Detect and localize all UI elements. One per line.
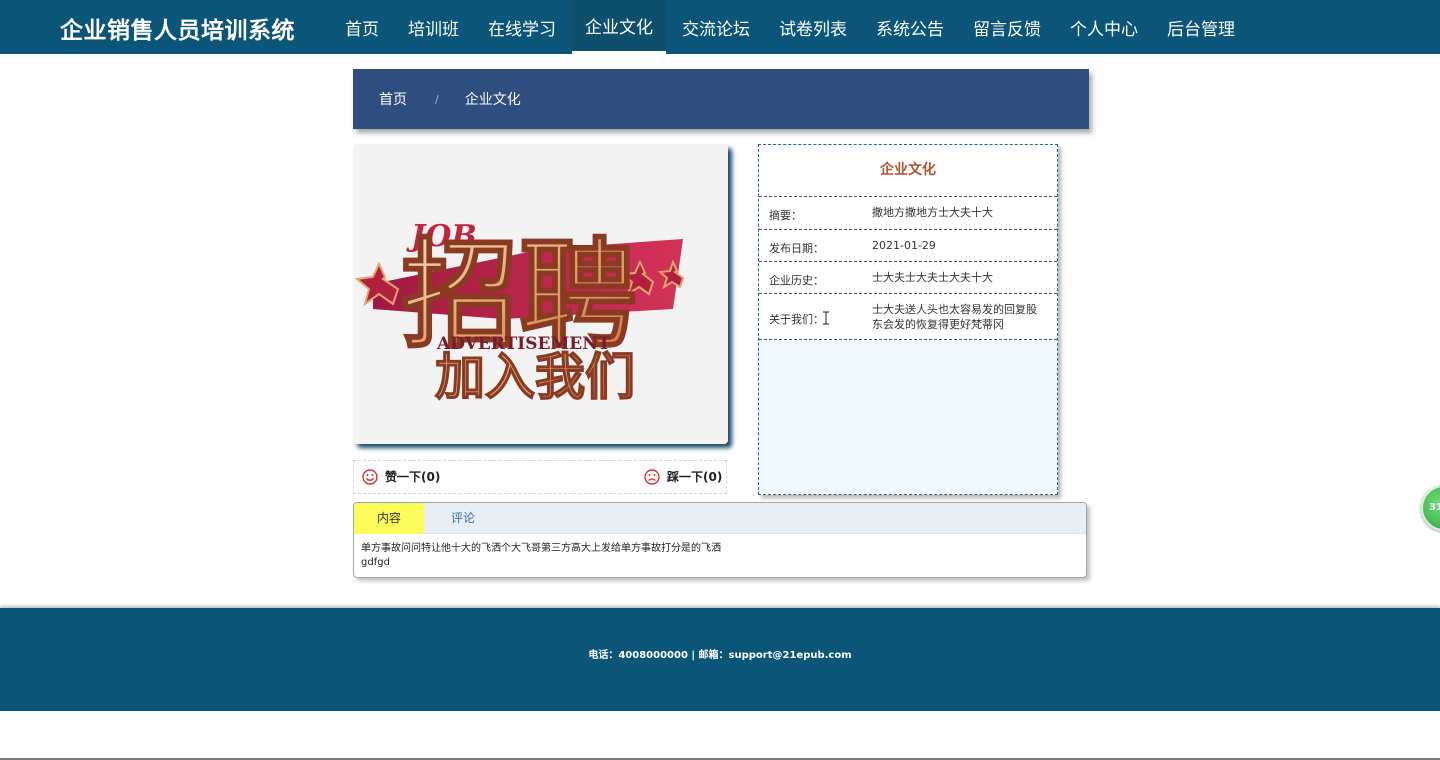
info-key: 关于我们： bbox=[769, 313, 824, 326]
nav-item-corporate-culture[interactable]: 企业文化 bbox=[572, 0, 666, 54]
nav-item-announcements[interactable]: 系统公告 bbox=[863, 0, 957, 54]
nav-item-admin[interactable]: 后台管理 bbox=[1154, 0, 1248, 54]
dislike-label: 踩一下(0) bbox=[667, 470, 723, 484]
nav-item-forum[interactable]: 交流论坛 bbox=[669, 0, 763, 54]
info-key: 发布日期： bbox=[769, 242, 824, 255]
info-value: 撒地方撒地方士大夫十大 bbox=[872, 206, 993, 219]
breadcrumb: 首页 / 企业文化 bbox=[353, 69, 1089, 129]
brand-title[interactable]: 企业销售人员培训系统 bbox=[60, 11, 295, 45]
nav-item-training-class[interactable]: 培训班 bbox=[395, 0, 472, 54]
info-title: 企业文化 bbox=[759, 145, 1057, 196]
nav-item-exam-list[interactable]: 试卷列表 bbox=[766, 0, 860, 54]
content-tabs: 内容 评论 单方事故问问特让他十大的飞洒个大飞哥第三方高大上发给单方事故打分是的… bbox=[353, 502, 1087, 578]
footer-contact: 电话：4008000000 | 邮箱：support@21epub.com bbox=[588, 650, 852, 661]
text-cursor-icon bbox=[823, 311, 829, 325]
info-row-about-us: 关于我们： 士大夫送人头也太容易发的回复股东会发的恢复得更好梵蒂冈 bbox=[759, 293, 1057, 340]
info-row-publish-date: 发布日期： 2021-01-29 bbox=[759, 229, 1057, 261]
info-row-summary: 摘要： 撒地方撒地方士大夫十大 bbox=[759, 196, 1057, 229]
tab-bar: 内容 评论 bbox=[354, 503, 1086, 534]
info-row-history: 企业历史： 士大夫士大夫士大夫十大 bbox=[759, 261, 1057, 293]
tab-comments[interactable]: 评论 bbox=[424, 503, 502, 534]
poster-bottom-text: 加入我们 bbox=[435, 348, 635, 406]
nav-item-online-learning[interactable]: 在线学习 bbox=[475, 0, 569, 54]
reaction-bar: 赞一下(0) 踩一下(0) bbox=[353, 460, 727, 494]
top-navbar: 企业销售人员培训系统 首页 培训班 在线学习 企业文化 交流论坛 试卷列表 系统… bbox=[0, 0, 1440, 54]
footer: 电话：4008000000 | 邮箱：support@21epub.com bbox=[0, 608, 1440, 711]
breadcrumb-separator: / bbox=[435, 92, 439, 106]
breadcrumb-home[interactable]: 首页 bbox=[379, 89, 407, 109]
info-value: 2021-01-29 bbox=[872, 239, 936, 252]
info-key: 摘要： bbox=[769, 209, 802, 222]
culture-info-panel: 企业文化 摘要： 撒地方撒地方士大夫十大 发布日期： 2021-01-29 企业… bbox=[758, 144, 1058, 495]
nav-item-feedback[interactable]: 留言反馈 bbox=[960, 0, 1054, 54]
tab-content-body: 单方事故问问特让他十大的飞洒个大飞哥第三方高大上发给单方事故打分是的飞洒gdfg… bbox=[361, 543, 721, 568]
culture-image: JOB 招聘 ADVERTISEMENT 加入我们 bbox=[353, 144, 728, 444]
recruitment-poster-graphic: JOB 招聘 ADVERTISEMENT 加入我们 bbox=[353, 144, 728, 444]
nav-item-personal-center[interactable]: 个人中心 bbox=[1057, 0, 1151, 54]
nav-menu: 首页 培训班 在线学习 企业文化 交流论坛 试卷列表 系统公告 留言反馈 个人中… bbox=[332, 0, 1251, 54]
tab-content[interactable]: 内容 bbox=[354, 503, 424, 534]
smile-icon bbox=[362, 468, 378, 485]
info-key: 企业历史： bbox=[769, 274, 824, 287]
like-label: 赞一下(0) bbox=[385, 470, 441, 484]
dislike-button[interactable]: 踩一下(0) bbox=[644, 468, 722, 485]
like-button[interactable]: 赞一下(0) bbox=[362, 468, 440, 485]
info-value: 士大夫送人头也太容易发的回复股东会发的恢复得更好梵蒂冈 bbox=[872, 303, 1037, 331]
info-value: 士大夫士大夫士大夫十大 bbox=[872, 271, 993, 284]
nav-item-home[interactable]: 首页 bbox=[332, 0, 392, 54]
floating-badge-button[interactable]: 31 bbox=[1421, 485, 1440, 531]
frown-icon bbox=[644, 468, 660, 485]
breadcrumb-current: 企业文化 bbox=[464, 92, 521, 108]
